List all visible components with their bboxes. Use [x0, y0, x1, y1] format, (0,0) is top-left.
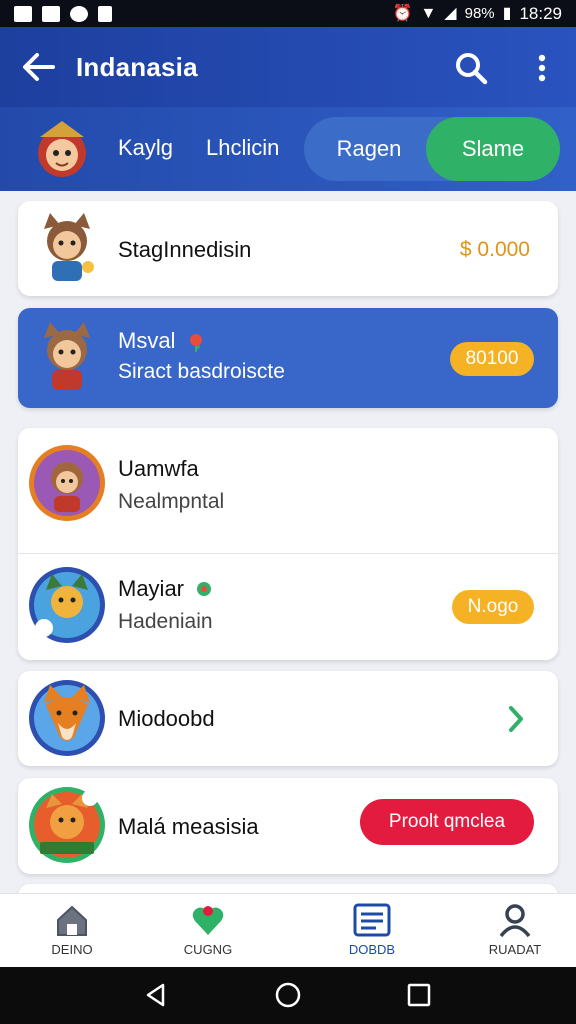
- cat-character-avatar: [44, 213, 94, 281]
- nav-item-cugng[interactable]: CUGNG: [136, 894, 280, 968]
- battery-percentage: 98%: [464, 5, 495, 22]
- system-recents-button[interactable]: [397, 975, 441, 1015]
- price-badge[interactable]: 80100: [450, 342, 534, 376]
- nav-label: DEINO: [51, 942, 93, 957]
- cat-character-avatar: [29, 445, 105, 521]
- list-item[interactable]: Miodoobd: [18, 671, 558, 766]
- search-button[interactable]: [448, 45, 494, 91]
- more-vertical-icon: [538, 54, 546, 82]
- item-title: Malá measisia: [118, 814, 259, 839]
- nav-item-home[interactable]: DEINO: [0, 894, 144, 968]
- list-item[interactable]: StagInnedisin $ 0.000: [18, 201, 558, 296]
- list-item[interactable]: Malá measisia Proolt qmclea: [18, 778, 558, 874]
- item-title-text: Msval: [118, 328, 176, 353]
- system-back-button[interactable]: [134, 975, 178, 1015]
- fox-character-avatar: [29, 680, 105, 756]
- navigation-notification-icon: [70, 5, 88, 22]
- app-bar: Indanasia: [0, 27, 576, 107]
- bottom-navigation: DEINO CUGNG DOBDB RUADAT: [0, 893, 576, 967]
- character-avatar-icon[interactable]: [26, 113, 98, 185]
- more-options-button[interactable]: [522, 45, 562, 91]
- home-icon: [57, 905, 87, 936]
- list-item-selected[interactable]: Msval Siract basdroiscte 80100: [18, 308, 558, 408]
- rose-icon: [189, 334, 202, 353]
- status-bar: ⏰ ▼ ◢ 98% ▮ 18:29: [0, 0, 576, 27]
- battery-icon: ▮: [502, 4, 512, 22]
- profile-icon: [499, 904, 531, 938]
- back-arrow-icon: [23, 53, 55, 81]
- tab-kaylg[interactable]: Kaylg: [118, 135, 173, 161]
- list-icon: [353, 903, 391, 937]
- system-home-button[interactable]: [266, 975, 310, 1015]
- item-title: Miodoobd: [118, 706, 215, 731]
- nav-label: CUGNG: [183, 942, 233, 957]
- item-title: StagInnedisin: [118, 237, 252, 262]
- item-subtitle: Nealmpntal: [118, 490, 225, 513]
- item-title: Mayiar: [118, 576, 214, 602]
- nav-item-profile[interactable]: RUADAT: [443, 894, 576, 968]
- system-navigation-bar: [0, 967, 576, 1024]
- tiger-character-avatar: [29, 787, 105, 863]
- search-icon: [456, 53, 488, 85]
- alarm-icon: ⏰: [392, 4, 413, 22]
- nav-label: RUADAT: [488, 942, 542, 957]
- item-subtitle: Siract basdroiscte: [118, 360, 285, 383]
- square-recents-icon: [407, 983, 431, 1007]
- chevron-right-icon[interactable]: [502, 703, 530, 735]
- item-title: Msval: [118, 328, 206, 354]
- tab-lhclicin[interactable]: Lhclicin: [206, 135, 279, 161]
- nav-item-dobdb[interactable]: DOBDB: [300, 894, 444, 968]
- wifi-icon: ▼: [420, 4, 437, 22]
- leaf-icon: [197, 582, 212, 597]
- cat-character-avatar: [29, 567, 105, 643]
- tab-toggle-group: Ragen Slame: [304, 117, 560, 181]
- nav-label: DOBDB: [348, 942, 396, 957]
- back-button[interactable]: [0, 27, 76, 107]
- app-notification-icon: [98, 5, 112, 22]
- signal-icon: ◢: [444, 4, 457, 22]
- gallery-notification-icon: [42, 5, 60, 22]
- circle-home-icon: [275, 982, 301, 1008]
- status-notifications: [14, 5, 112, 22]
- price-badge[interactable]: N.ogo: [452, 590, 534, 624]
- action-button[interactable]: Proolt qmclea: [360, 799, 534, 845]
- tab-slame[interactable]: Slame: [426, 117, 560, 181]
- list-item[interactable]: Uamwfa Nealmpntal: [18, 428, 558, 552]
- cat-character-avatar: [44, 322, 90, 390]
- item-title: Uamwfa: [118, 456, 199, 481]
- tab-bar: Kaylg Lhclicin Ragen Slame: [0, 107, 576, 191]
- list-item[interactable]: Mayiar Hadeniain N.ogo: [18, 554, 558, 660]
- item-title-text: Mayiar: [118, 576, 185, 601]
- list-group: Uamwfa Nealmpntal Mayiar Hadeniain N.ogo: [18, 428, 558, 660]
- triangle-back-icon: [146, 983, 165, 1007]
- image-notification-icon: [14, 5, 32, 22]
- item-subtitle: Hadeniain: [118, 610, 213, 633]
- page-title: Indanasia: [76, 51, 198, 82]
- status-time: 18:29: [519, 3, 562, 23]
- tab-ragen[interactable]: Ragen: [304, 117, 434, 181]
- heart-leaf-icon: [192, 906, 224, 935]
- item-price: $ 0.000: [459, 238, 530, 261]
